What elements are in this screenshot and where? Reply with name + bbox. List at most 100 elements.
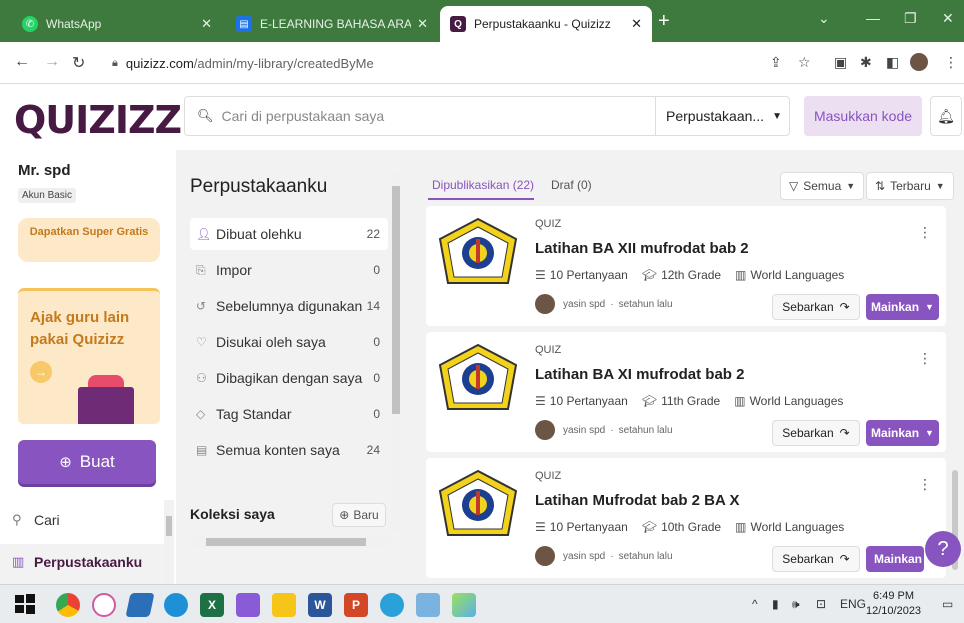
tab-draft[interactable]: Draf (0) (551, 178, 592, 192)
file-explorer-icon[interactable] (272, 593, 296, 617)
quiz-thumbnail (432, 214, 524, 294)
library-item-shared-with-me[interactable]: ⚇ Dibagikan dengan saya 0 (190, 362, 388, 394)
more-options-icon[interactable]: ⋮ (918, 350, 932, 367)
quizizz-logo[interactable]: QUIZIZZ (14, 98, 182, 142)
quiz-card[interactable]: QUIZ Latihan BA XII mufrodat bab 2 ☰ 10 P… (426, 206, 946, 326)
chevron-down-icon: ▼ (935, 181, 945, 191)
reload-icon[interactable]: ↻ (72, 53, 85, 73)
new-collection-button[interactable]: ⊕ Baru (332, 503, 386, 527)
scrollbar-thumb[interactable] (392, 186, 400, 414)
volume-icon[interactable]: 🕪︎ (792, 597, 800, 612)
app-icon[interactable] (452, 593, 476, 617)
bookmark-star-icon[interactable]: ☆ (798, 54, 811, 71)
filter-all-dropdown[interactable]: ▽ Semua ▼ (780, 172, 865, 200)
more-options-icon[interactable]: ⋮ (918, 224, 932, 241)
create-button[interactable]: ⊕ Buat (18, 440, 156, 484)
windows-start-icon[interactable] (14, 593, 38, 617)
library-item-liked[interactable]: ♡ Disukai oleh saya 0 (190, 326, 388, 358)
app-header: QUIZIZZ 🔍︎ Cari di perpustakaan saya Per… (0, 84, 964, 150)
invite-teachers-card[interactable]: Ajak guru lain pakai Quizizz → (18, 288, 160, 424)
powerpoint-icon[interactable]: P (344, 593, 368, 617)
users-icon: ⚇ (196, 371, 207, 385)
library-item-import[interactable]: ⎘ Impor 0 (190, 254, 388, 286)
telegram-icon[interactable] (380, 593, 404, 617)
collections-horizontal-scrollbar[interactable] (190, 536, 390, 548)
library-item-all-content[interactable]: ▤ Semua konten saya 24 (190, 434, 388, 466)
puzzle-icon[interactable]: ✱ (860, 54, 872, 71)
forward-icon[interactable]: → (44, 53, 60, 71)
extension-icon[interactable]: ▣ (834, 54, 847, 71)
app-icon[interactable] (416, 593, 440, 617)
close-icon[interactable]: ✕ (417, 16, 428, 32)
play-button[interactable]: Mainkan ▼ (866, 420, 939, 446)
play-button[interactable]: Mainkan ▼ (866, 294, 939, 320)
share-button[interactable]: Sebarkan ↷ (772, 420, 860, 446)
tab-search-icon[interactable]: ⌄ (818, 10, 830, 27)
library-item-created-by-me[interactable]: 👤︎ Dibuat olehku 22 (190, 218, 388, 250)
excel-icon[interactable]: X (200, 593, 224, 617)
app-icon[interactable] (236, 593, 260, 617)
notification-icon[interactable]: ▭ (942, 597, 953, 611)
help-button[interactable]: ? (925, 531, 961, 567)
sort-dropdown[interactable]: ⇅ Terbaru ▼ (866, 172, 954, 200)
word-icon[interactable]: W (308, 593, 332, 617)
clock[interactable]: 6:49 PM 12/10/2023 (866, 589, 921, 619)
close-icon[interactable]: ✕ (631, 16, 642, 32)
back-icon[interactable]: ← (14, 53, 30, 71)
search-icon: ⚲ (12, 512, 22, 527)
language-indicator[interactable]: ENG (840, 597, 866, 611)
app-icon[interactable] (125, 593, 155, 617)
network-icon[interactable]: ⊡ (816, 597, 826, 611)
library-panel-scrollbar[interactable] (390, 172, 402, 532)
library-search[interactable]: 🔍︎ Cari di perpustakaan saya Perpustakaa… (184, 96, 790, 136)
list-icon: ☰ (535, 520, 546, 534)
url-field[interactable]: 🔒︎ quizizz.com/admin/my-library/createdB… (100, 48, 800, 78)
tray-chevron-icon[interactable]: ^ (752, 597, 758, 611)
paint-app-icon[interactable] (92, 593, 116, 617)
scrollbar-thumb[interactable] (166, 516, 172, 536)
chrome-icon[interactable] (56, 593, 80, 617)
library-item-previously-used[interactable]: ↺ Sebelumnya digunakan 14 (190, 290, 388, 322)
tab-quizizz[interactable]: Q Perpustakaanku - Quizizz ✕ (440, 6, 652, 42)
play-button[interactable]: Mainkan (866, 546, 924, 572)
window-close-icon[interactable]: ✕ (942, 10, 954, 27)
arrow-right-icon[interactable]: → (30, 361, 52, 383)
menu-kebab-icon[interactable]: ⋮ (944, 54, 958, 71)
quiz-title[interactable]: Latihan BA XI mufrodat bab 2 (535, 366, 744, 383)
profile-avatar[interactable] (910, 53, 928, 71)
gift-icon (78, 387, 134, 424)
quiz-card[interactable]: QUIZ Latihan Mufrodat bab 2 BA X ☰ 10 Per… (426, 458, 946, 578)
more-options-icon[interactable]: ⋮ (918, 476, 932, 493)
school-emblem-icon (438, 217, 518, 284)
tab-whatsapp[interactable]: ✆ WhatsApp ✕ (12, 6, 222, 42)
library-select[interactable]: Perpustakaan... ▼ (655, 97, 789, 135)
close-icon[interactable]: ✕ (201, 16, 212, 32)
scrollbar-thumb[interactable] (206, 538, 366, 546)
sidepanel-icon[interactable]: ◧ (886, 54, 899, 71)
bell-icon[interactable]: 🔔︎ (930, 96, 962, 136)
quiz-title[interactable]: Latihan BA XII mufrodat bab 2 (535, 240, 749, 257)
share-button[interactable]: Sebarkan ↷ (772, 294, 860, 320)
quiz-card[interactable]: QUIZ Latihan BA XI mufrodat bab 2 ☰ 10 Pe… (426, 332, 946, 452)
share-page-icon[interactable]: ⇪ (770, 54, 782, 71)
edge-icon[interactable] (164, 593, 188, 617)
sidebar-scrollbar[interactable] (164, 500, 174, 584)
share-button[interactable]: Sebarkan ↷ (772, 546, 860, 572)
tab-elearning[interactable]: ▤ E-LEARNING BAHASA ARAB MA ✕ (226, 6, 438, 42)
minimize-icon[interactable]: — (866, 10, 880, 26)
tab-published[interactable]: Dipublikasikan (22) (432, 178, 534, 192)
share-arrow-icon: ↷ (839, 426, 850, 440)
enter-code-button[interactable]: Masukkan kode (804, 96, 922, 136)
quiz-thumbnail (432, 340, 524, 420)
library-item-standard-tags[interactable]: ◇ Tag Standar 0 (190, 398, 388, 430)
get-super-button[interactable]: Dapatkan Super Gratis (18, 218, 160, 262)
quiz-meta: ☰ 10 Pertanyaan 🎓︎ 11th Grade ▥ World Langu… (535, 394, 844, 408)
plus-circle-icon: ⊕ (339, 508, 350, 522)
sidebar-item-library[interactable]: ▥ Perpustakaanku (12, 554, 142, 570)
sidebar-item-search[interactable]: ⚲ Cari (12, 512, 60, 528)
new-tab-button[interactable]: + (658, 10, 670, 33)
quiz-title[interactable]: Latihan Mufrodat bab 2 BA X (535, 492, 739, 509)
battery-icon[interactable]: ▮ (772, 597, 779, 611)
search-input[interactable]: Cari di perpustakaan saya (222, 108, 655, 124)
maximize-icon[interactable]: ❐ (904, 10, 917, 27)
